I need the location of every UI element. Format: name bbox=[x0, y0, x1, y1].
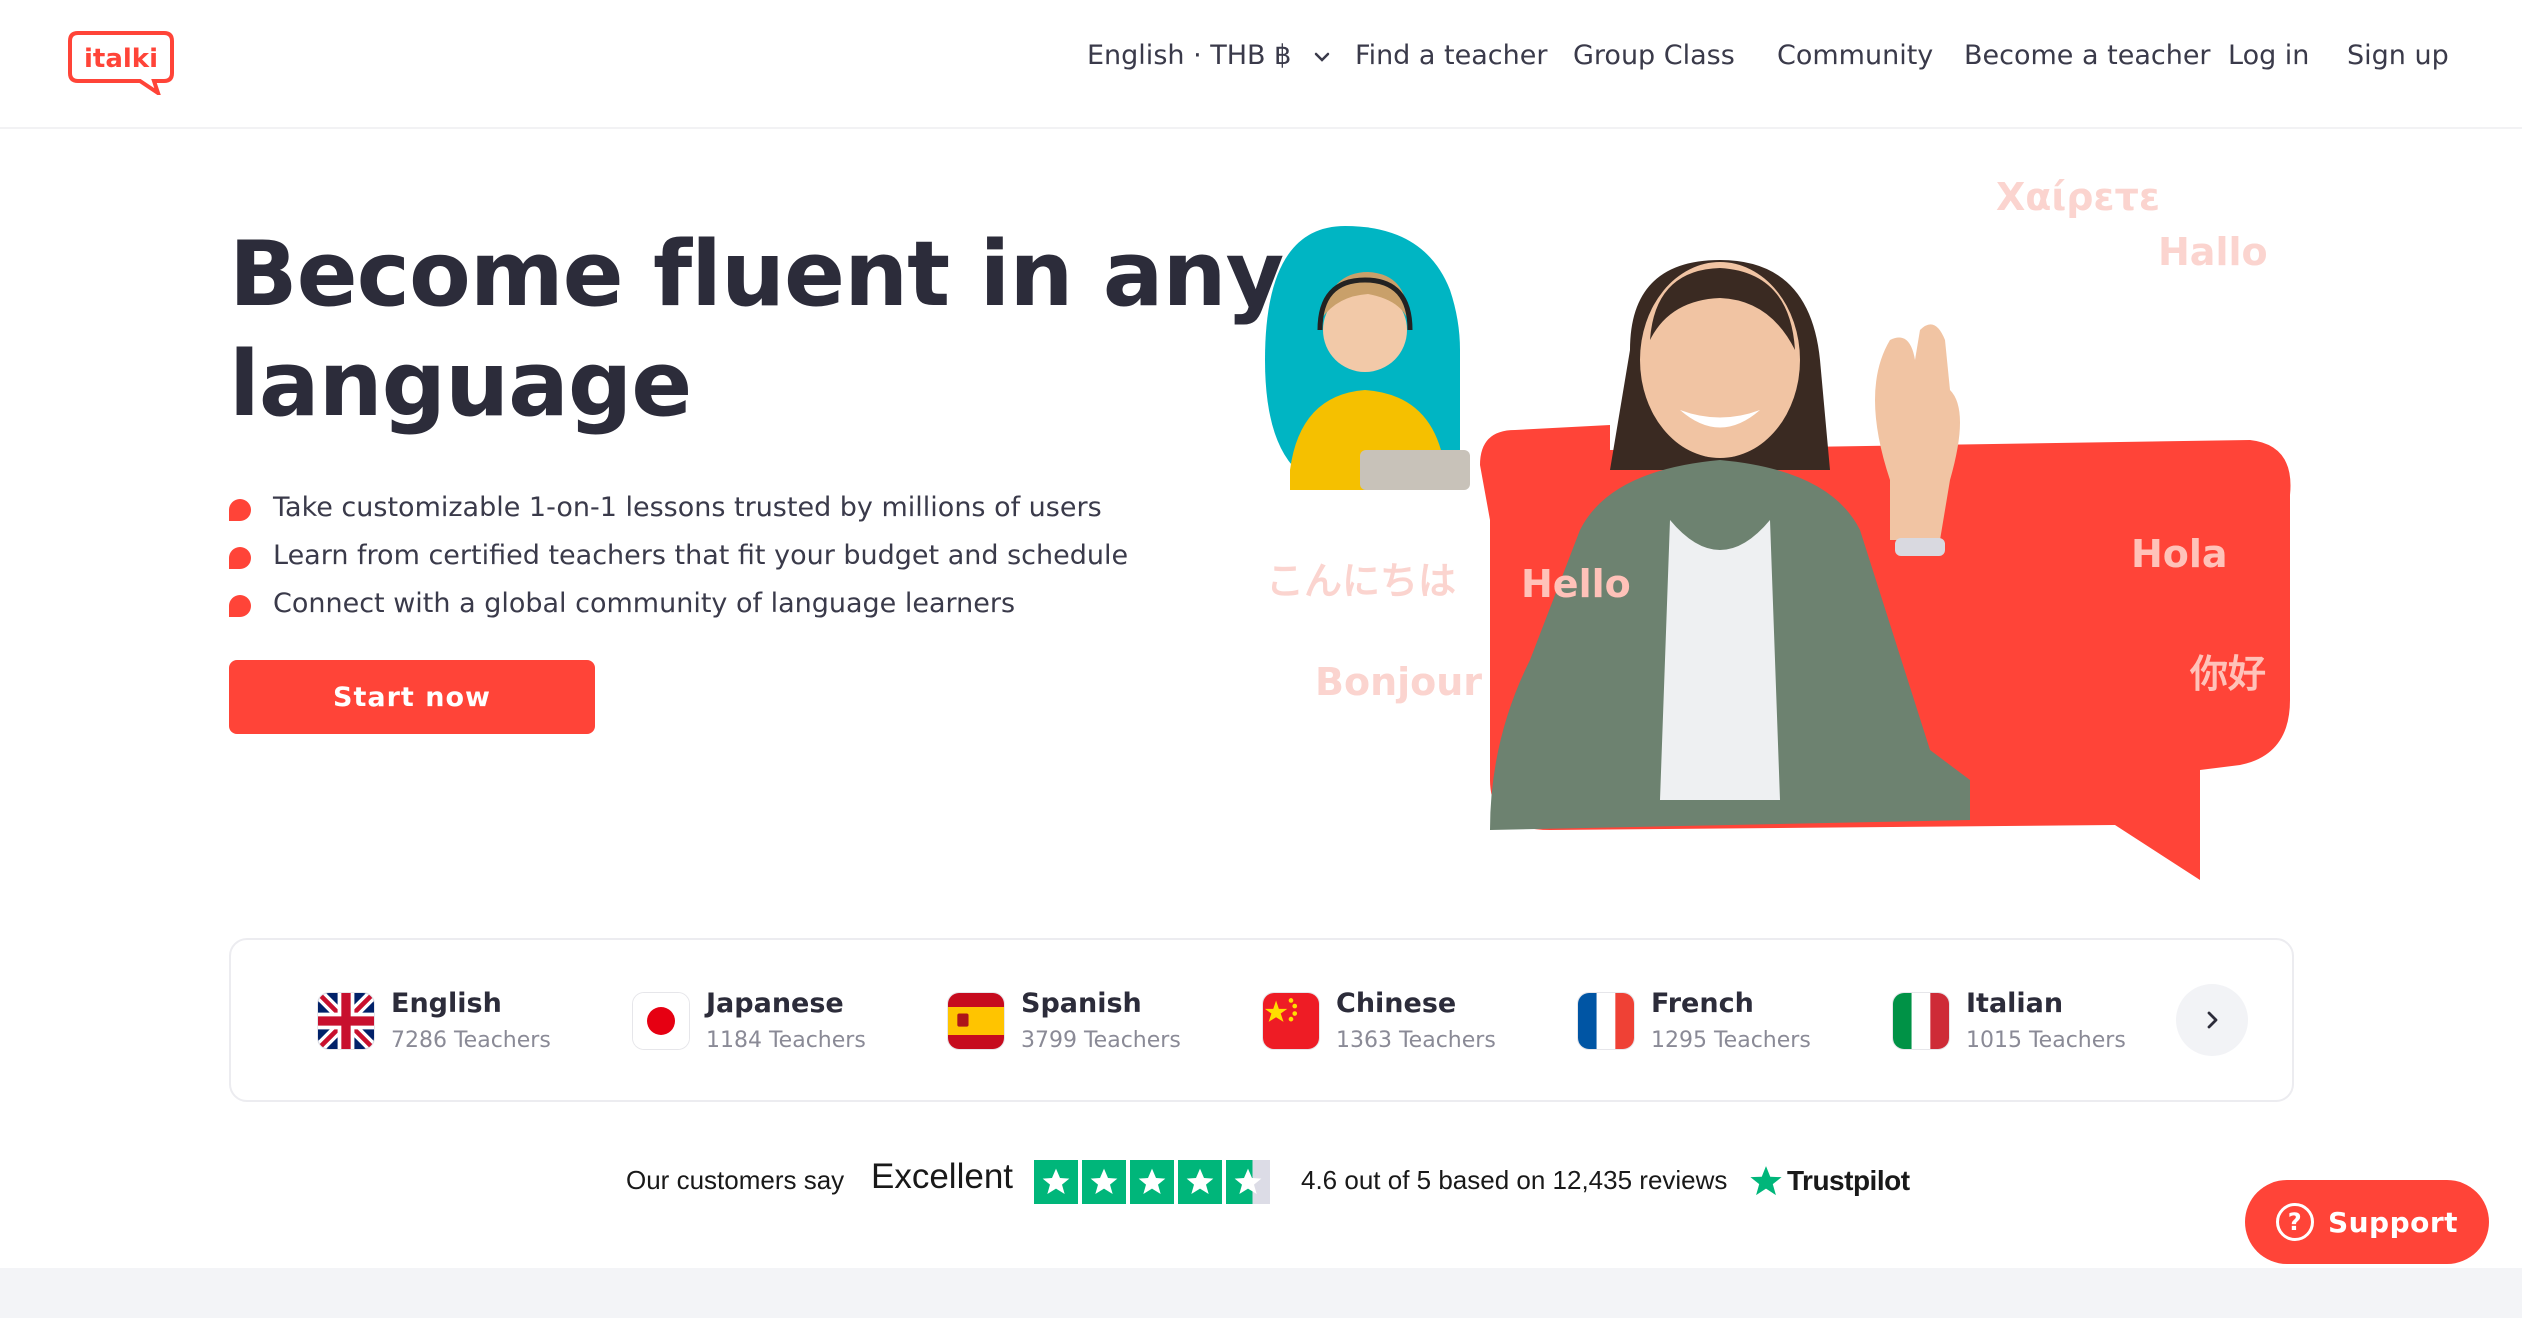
hero-illustration: Χαίρετε Hallo こんにちは Hello Hola Bonjour 你… bbox=[1250, 175, 2300, 900]
italy-flag-icon bbox=[1892, 992, 1950, 1050]
trustpilot-stars bbox=[1034, 1160, 1272, 1204]
trustpilot-star-icon bbox=[1750, 1166, 1782, 1196]
trustpilot-rating-text: 4.6 out of 5 based on 12,435 reviews bbox=[1301, 1165, 1728, 1195]
greeting-english: Hello bbox=[1521, 562, 1631, 606]
nav-signup[interactable]: Sign up bbox=[2347, 40, 2449, 71]
teacher-count: 1015 Teachers bbox=[1966, 1028, 2126, 1053]
bullet-dot-icon bbox=[229, 499, 251, 521]
star-icon bbox=[1082, 1160, 1126, 1204]
support-button[interactable]: ? Support bbox=[2245, 1180, 2489, 1264]
greeting-greek: Χαίρετε bbox=[1996, 175, 2160, 219]
greeting-german: Hallo bbox=[2158, 230, 2268, 274]
greeting-spanish: Hola bbox=[2131, 532, 2228, 576]
trustpilot-rating-word: Excellent bbox=[871, 1157, 1014, 1196]
nav-login[interactable]: Log in bbox=[2228, 40, 2309, 71]
teacher-count: 1295 Teachers bbox=[1651, 1028, 1811, 1053]
start-now-button[interactable]: Start now bbox=[229, 660, 595, 734]
language-name: Japanese bbox=[706, 988, 844, 1019]
support-label: Support bbox=[2327, 1205, 2459, 1239]
chevron-right-icon bbox=[2207, 1011, 2218, 1029]
carousel-next-button[interactable] bbox=[2176, 984, 2248, 1056]
language-carousel: English 7286 Teachers Japanese 1184 Teac… bbox=[229, 938, 2294, 1102]
nav-find-teacher[interactable]: Find a teacher bbox=[1355, 40, 1547, 71]
teacher-count: 3799 Teachers bbox=[1021, 1028, 1181, 1053]
hero-bullet: Learn from certified teachers that fit y… bbox=[229, 536, 1128, 584]
uk-flag-icon bbox=[317, 992, 375, 1050]
star-icon bbox=[1130, 1160, 1174, 1204]
trustpilot-intro: Our customers say bbox=[626, 1165, 845, 1195]
greeting-french: Bonjour bbox=[1315, 660, 1483, 704]
language-name: English bbox=[391, 988, 502, 1019]
language-name: French bbox=[1651, 988, 1754, 1019]
hero-title-line2: language bbox=[229, 332, 692, 437]
china-flag-icon bbox=[1262, 992, 1320, 1050]
bullet-dot-icon bbox=[229, 547, 251, 569]
next-section-band bbox=[0, 1268, 2522, 1318]
locale-label: English · THB ฿ bbox=[1087, 40, 1292, 71]
chevron-down-icon bbox=[1314, 52, 1330, 62]
hero-title-line1: Become fluent in any bbox=[229, 222, 1284, 327]
star-half-icon bbox=[1226, 1160, 1270, 1204]
greeting-chinese: 你好 bbox=[2190, 652, 2267, 696]
trustpilot-logo[interactable]: Trustpilot bbox=[1749, 1161, 1910, 1201]
trustpilot-brand-text: Trustpilot bbox=[1787, 1165, 1910, 1196]
language-name: Chinese bbox=[1336, 988, 1457, 1019]
teacher-count: 7286 Teachers bbox=[391, 1028, 551, 1053]
bullet-text: Learn from certified teachers that fit y… bbox=[273, 540, 1129, 571]
nav-group-class[interactable]: Group Class bbox=[1573, 40, 1735, 71]
logo-text: italki bbox=[84, 44, 158, 74]
bullet-text: Take customizable 1-on-1 lessons trusted… bbox=[273, 492, 1102, 523]
star-icon bbox=[1178, 1160, 1222, 1204]
nav-community[interactable]: Community bbox=[1777, 40, 1933, 71]
hero-title: Become fluent in any language bbox=[229, 220, 1329, 440]
top-header: italki English · THB ฿ Find a teacher Gr… bbox=[0, 0, 2522, 129]
teacher-count: 1184 Teachers bbox=[706, 1028, 866, 1053]
greeting-japanese: こんにちは bbox=[1266, 559, 1457, 603]
hero-bullet-list: Take customizable 1-on-1 lessons trusted… bbox=[229, 488, 1128, 632]
teacher-count: 1363 Teachers bbox=[1336, 1028, 1496, 1053]
italki-logo[interactable]: italki bbox=[68, 29, 174, 95]
bullet-text: Connect with a global community of langu… bbox=[273, 588, 1016, 619]
language-name: Italian bbox=[1966, 988, 2064, 1019]
spain-flag-icon bbox=[947, 992, 1005, 1050]
france-flag-icon bbox=[1577, 992, 1635, 1050]
hero-bullet: Connect with a global community of langu… bbox=[229, 584, 1128, 632]
locale-currency-selector[interactable]: English · THB ฿ bbox=[1087, 40, 1332, 71]
language-name: Spanish bbox=[1021, 988, 1142, 1019]
hero-bullet: Take customizable 1-on-1 lessons trusted… bbox=[229, 488, 1128, 536]
star-icon bbox=[1034, 1160, 1078, 1204]
question-icon: ? bbox=[2275, 1203, 2314, 1241]
bullet-dot-icon bbox=[229, 595, 251, 617]
nav-become-teacher[interactable]: Become a teacher bbox=[1964, 40, 2211, 71]
japan-flag-icon bbox=[632, 992, 690, 1050]
